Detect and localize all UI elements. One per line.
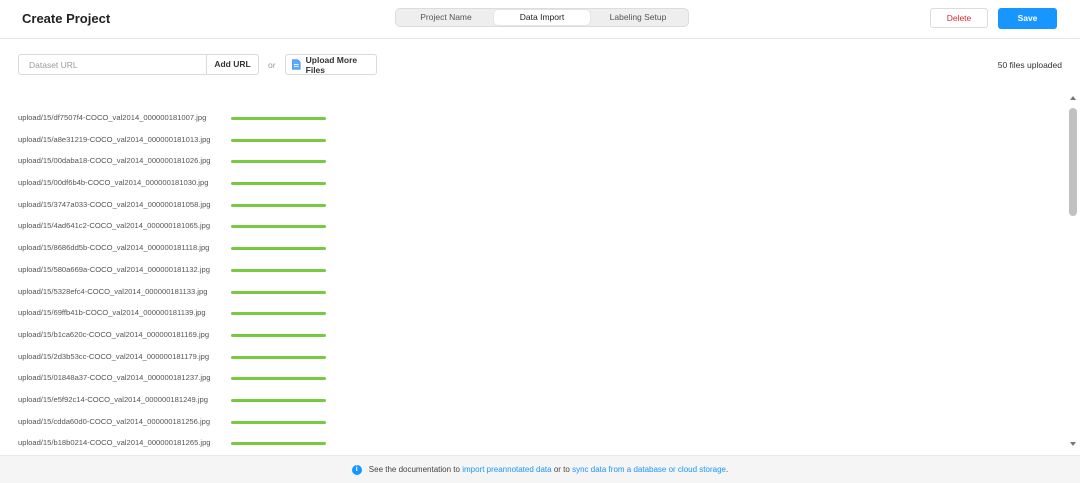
file-row: upload/15/df7507f4-COCO_val2014_00000018… (0, 109, 1066, 131)
file-name: upload/15/580a669a-COCO_val2014_00000018… (18, 264, 210, 274)
info-icon: i (351, 464, 362, 475)
file-name: upload/15/2d3b53cc-COCO_val2014_00000018… (18, 351, 210, 361)
save-button[interactable]: Save (998, 8, 1057, 29)
page-title: Create Project (22, 11, 111, 26)
upload-progress-bar (231, 442, 326, 446)
footer-text-middle: or to (553, 465, 570, 474)
footer-info-bar: i See the documentation to import preann… (0, 455, 1080, 483)
file-name: upload/15/3747a033-COCO_val2014_00000018… (18, 199, 211, 209)
file-name: upload/15/e5f92c14-COCO_val2014_00000018… (18, 394, 208, 404)
file-row: upload/15/cdda60d0-COCO_val2014_00000018… (0, 413, 1066, 435)
delete-button[interactable]: Delete (930, 8, 988, 28)
file-name: upload/15/5328efc4-COCO_val2014_00000018… (18, 286, 208, 296)
file-row: upload/15/580a669a-COCO_val2014_00000018… (0, 261, 1066, 283)
scroll-up-arrow-icon[interactable] (1070, 96, 1076, 100)
import-preannotated-data-link[interactable]: import preannotated data (462, 465, 551, 474)
footer-text-before: See the documentation to (368, 465, 460, 474)
file-row: upload/15/8686dd5b-COCO_val2014_00000018… (0, 239, 1066, 261)
upload-progress-bar (231, 333, 326, 337)
file-row: upload/15/b1ca620c-COCO_val2014_00000018… (0, 326, 1066, 348)
add-url-button[interactable]: Add URL (206, 55, 258, 74)
file-row: upload/15/e5f92c14-COCO_val2014_00000018… (0, 391, 1066, 413)
top-bar: Create Project Project Name Data Import … (0, 0, 1080, 39)
file-row: upload/15/2d3b53cc-COCO_val2014_00000018… (0, 348, 1066, 370)
file-name: upload/15/b1ca620c-COCO_val2014_00000018… (18, 329, 210, 339)
file-name: upload/15/b18b0214-COCO_val2014_00000018… (18, 438, 211, 448)
upload-progress-bar (231, 398, 326, 402)
upload-progress-bar (231, 312, 326, 316)
upload-progress-bar (231, 160, 326, 164)
scrollbar-thumb[interactable] (1069, 108, 1077, 216)
footer-text-after: . (725, 465, 729, 474)
tab-data-import[interactable]: Data Import (494, 10, 590, 25)
file-row: upload/15/69ffb41b-COCO_val2014_00000018… (0, 304, 1066, 326)
upload-progress-bar (231, 420, 326, 424)
upload-progress-bar (231, 355, 326, 359)
file-name: upload/15/cdda60d0-COCO_val2014_00000018… (18, 416, 211, 426)
upload-more-files-label: Upload More Files (305, 54, 358, 75)
file-name: upload/15/00df6b4b-COCO_val2014_00000018… (18, 178, 209, 188)
upload-progress-bar (231, 117, 326, 120)
file-name: upload/15/8686dd5b-COCO_val2014_00000018… (18, 243, 210, 253)
tab-project-name[interactable]: Project Name (398, 10, 494, 25)
dataset-url-input[interactable] (19, 55, 206, 74)
file-row: upload/15/3747a033-COCO_val2014_00000018… (0, 196, 1066, 218)
file-row: upload/15/b18b0214-COCO_val2014_00000018… (0, 434, 1066, 455)
upload-progress-bar (231, 247, 326, 251)
step-tabs: Project Name Data Import Labeling Setup (395, 8, 689, 27)
dataset-url-group: Add URL (18, 54, 259, 75)
upload-more-files-button[interactable]: Upload More Files (285, 54, 377, 75)
file-row: upload/15/00daba18-COCO_val2014_00000018… (0, 152, 1066, 174)
upload-progress-bar (231, 377, 326, 381)
file-row: upload/15/01848a37-COCO_val2014_00000018… (0, 369, 1066, 391)
file-name: upload/15/df7507f4-COCO_val2014_00000018… (18, 113, 207, 122)
upload-progress-bar (231, 138, 326, 142)
upload-progress-bar (231, 290, 326, 294)
file-row: upload/15/5328efc4-COCO_val2014_00000018… (0, 283, 1066, 305)
file-row: upload/15/00df6b4b-COCO_val2014_00000018… (0, 174, 1066, 196)
file-icon (292, 59, 301, 70)
file-row: upload/15/4ad641c2-COCO_val2014_00000018… (0, 217, 1066, 239)
upload-progress-bar (231, 225, 326, 229)
upload-progress-bar (231, 182, 326, 186)
scroll-down-arrow-icon[interactable] (1070, 442, 1076, 446)
tab-labeling-setup[interactable]: Labeling Setup (590, 10, 686, 25)
file-name: upload/15/4ad641c2-COCO_val2014_00000018… (18, 221, 211, 231)
or-separator: or (268, 60, 276, 70)
upload-progress-bar (231, 203, 326, 207)
file-name: upload/15/00daba18-COCO_val2014_00000018… (18, 156, 211, 166)
upload-progress-bar (231, 268, 326, 272)
file-row: upload/15/a8e31219-COCO_val2014_00000018… (0, 131, 1066, 153)
file-name: upload/15/69ffb41b-COCO_val2014_00000018… (18, 308, 206, 318)
sync-data-link[interactable]: sync data from a database or cloud stora… (572, 465, 726, 474)
file-name: upload/15/a8e31219-COCO_val2014_00000018… (18, 134, 211, 144)
files-uploaded-count: 50 files uploaded (997, 60, 1062, 70)
file-name: upload/15/01848a37-COCO_val2014_00000018… (18, 373, 211, 383)
uploaded-files-list: upload/15/df7507f4-COCO_val2014_00000018… (0, 109, 1066, 455)
